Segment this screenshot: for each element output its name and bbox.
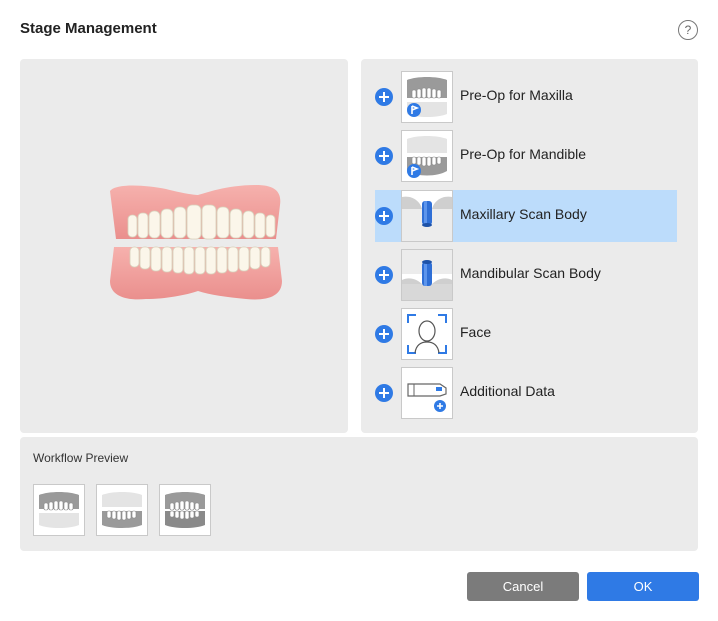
additional-data-icon bbox=[401, 367, 453, 419]
help-button[interactable]: ? bbox=[678, 20, 698, 40]
add-stage-button[interactable] bbox=[375, 88, 393, 106]
mandible-preop-thumb[interactable] bbox=[96, 484, 148, 536]
model-preview-panel bbox=[20, 59, 348, 433]
stage-row-face[interactable]: Face bbox=[375, 308, 677, 360]
workflow-preview-panel: Workflow Preview bbox=[20, 437, 698, 551]
dental-model-image bbox=[110, 185, 282, 300]
stage-list-panel: Pre-Op for Maxilla Pre-Op for Mandible M… bbox=[361, 59, 698, 433]
cancel-button[interactable]: Cancel bbox=[467, 572, 579, 601]
mandible-preop-icon bbox=[401, 130, 453, 182]
add-stage-button[interactable] bbox=[375, 384, 393, 402]
stage-label: Mandibular Scan Body bbox=[460, 265, 601, 281]
stage-management-dialog: Stage Management ? Pre-Op for Maxilla Pr… bbox=[0, 0, 718, 621]
add-stage-button[interactable] bbox=[375, 266, 393, 284]
workflow-preview-title: Workflow Preview bbox=[33, 451, 129, 465]
stage-label: Pre-Op for Maxilla bbox=[460, 87, 573, 103]
dialog-title: Stage Management bbox=[20, 20, 157, 37]
stage-label: Face bbox=[460, 324, 492, 340]
stage-label: Additional Data bbox=[460, 383, 555, 399]
stage-row-maxillary-scan-body[interactable]: Maxillary Scan Body bbox=[375, 190, 677, 242]
maxilla-preop-thumb[interactable] bbox=[33, 484, 85, 536]
mandibular-scan-body-icon bbox=[401, 249, 453, 301]
stage-row-mandibular-scan-body[interactable]: Mandibular Scan Body bbox=[375, 249, 677, 301]
occlusion-thumb[interactable] bbox=[159, 484, 211, 536]
add-stage-button[interactable] bbox=[375, 147, 393, 165]
maxilla-preop-icon bbox=[401, 71, 453, 123]
maxillary-scan-body-icon bbox=[401, 190, 453, 242]
stage-label: Pre-Op for Mandible bbox=[460, 146, 587, 162]
face-icon bbox=[401, 308, 453, 360]
stage-row-additional-data[interactable]: Additional Data bbox=[375, 367, 677, 419]
add-stage-button[interactable] bbox=[375, 325, 393, 343]
stage-label: Maxillary Scan Body bbox=[460, 206, 587, 222]
stage-row-pre-op-mandible[interactable]: Pre-Op for Mandible bbox=[375, 130, 677, 182]
add-stage-button[interactable] bbox=[375, 207, 393, 225]
ok-button[interactable]: OK bbox=[587, 572, 699, 601]
stage-row-pre-op-maxilla[interactable]: Pre-Op for Maxilla bbox=[375, 71, 677, 123]
